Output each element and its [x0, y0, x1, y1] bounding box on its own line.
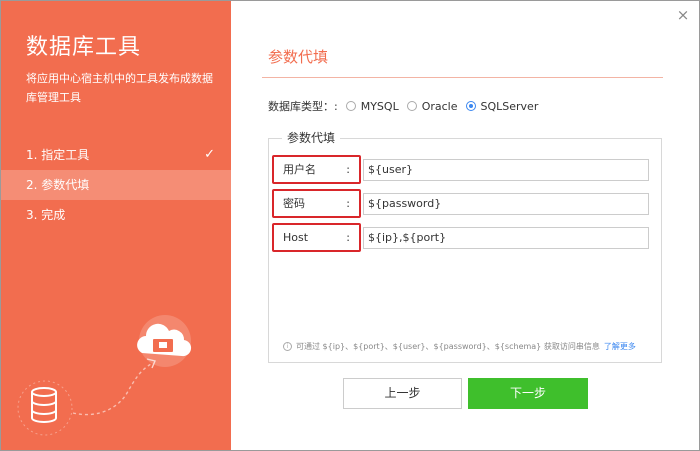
param-colon: : [346, 231, 350, 244]
radio-button[interactable] [406, 101, 417, 111]
param-colon: : [346, 197, 350, 210]
page-title: 参数代填 [268, 48, 329, 66]
db-type-row: 数据库类型：: MYSQL Oracle SQLServer [268, 98, 538, 114]
prev-button[interactable]: 上一步 [343, 378, 462, 409]
next-button[interactable]: 下一步 [468, 378, 588, 409]
app-title: 数据库工具 [26, 35, 142, 60]
username-input[interactable]: ${user} [363, 159, 649, 181]
step-label: 2. 参数代填 [26, 178, 90, 192]
radio-button[interactable] [345, 101, 356, 111]
cloud-upload-icon [137, 315, 192, 367]
host-input[interactable]: ${ip},${port} [363, 227, 649, 249]
param-colon: : [346, 163, 350, 176]
param-label-username: 用户名 : [272, 155, 361, 184]
param-label-text: 用户名 [283, 163, 316, 176]
radio-label: MYSQL [360, 99, 399, 113]
step-3-finish: 3. 完成 [1, 200, 231, 230]
param-label-text: Host [283, 231, 309, 244]
app-description: 将应用中心宿主机中的工具发布成数据库管理工具 [26, 72, 213, 104]
step-label: 3. 完成 [26, 208, 66, 222]
radio-mysql[interactable]: MYSQL [345, 99, 399, 113]
db-type-label: 数据库类型：: [268, 100, 338, 113]
hint-row: i 可通过 ${ip}、${port}、${user}、${password}、… [283, 341, 636, 352]
learn-more-link[interactable]: 了解更多 [604, 341, 636, 352]
check-icon: ✓ [204, 147, 215, 162]
radio-oracle[interactable]: Oracle [406, 99, 458, 113]
database-icon [31, 387, 57, 423]
radio-label: Oracle [421, 99, 458, 113]
step-1-specify-tool: 1. 指定工具 ✓ [1, 140, 231, 170]
password-input[interactable]: ${password} [363, 193, 649, 215]
radio-sqlserver[interactable]: SQLServer [465, 99, 539, 113]
step-label: 1. 指定工具 [26, 148, 90, 162]
sidebar-illustration [17, 315, 192, 436]
param-legend: 参数代填 [282, 129, 341, 146]
close-icon[interactable]: × [675, 7, 691, 23]
hint-text: 可通过 ${ip}、${port}、${user}、${password}、${… [296, 342, 600, 351]
param-label-text: 密码 [283, 197, 305, 210]
info-icon: i [283, 342, 292, 351]
sidebar: 数据库工具 将应用中心宿主机中的工具发布成数据库管理工具 1. 指定工具 ✓ 2… [1, 1, 231, 450]
step-2-param-fill: 2. 参数代填 [1, 170, 231, 200]
radio-label: SQLServer [480, 99, 539, 113]
title-divider [262, 77, 663, 78]
radio-button-selected[interactable] [465, 101, 476, 111]
param-label-password: 密码 : [272, 189, 361, 218]
param-label-host: Host : [272, 223, 361, 252]
